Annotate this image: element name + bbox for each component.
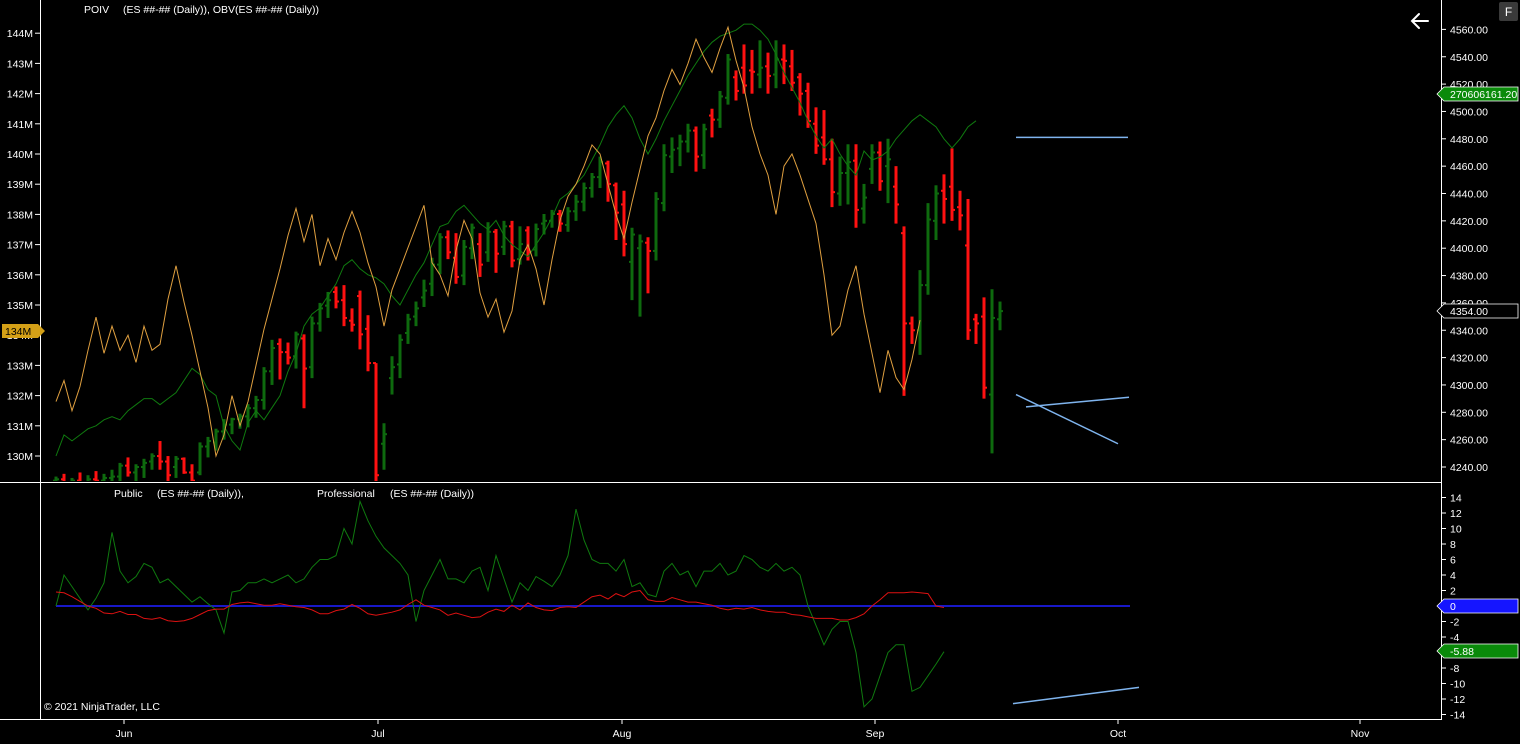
chart-canvas[interactable]: 4560.004540.004520.004500.004480.004460.… xyxy=(0,0,1520,744)
public-value-badge-text: -5.88 xyxy=(1450,646,1474,658)
zero-value-badge: 0 xyxy=(1436,598,1519,614)
month-label: Nov xyxy=(1351,728,1370,740)
obv-current-badge-text: 134M xyxy=(5,326,31,338)
obv-tick-label: 142M xyxy=(7,89,33,101)
price-tick-label: 4500.00 xyxy=(1450,106,1488,118)
oscillator-tick-label: 12 xyxy=(1450,508,1462,520)
obv-tick-label: 141M xyxy=(7,119,33,131)
oscillator-tick-label: -4 xyxy=(1450,632,1459,644)
month-label: Jun xyxy=(116,728,133,740)
price-tick-label: 4400.00 xyxy=(1450,243,1488,255)
price-tick-label: 4380.00 xyxy=(1450,271,1488,283)
public-value-badge: -5.88 xyxy=(1436,643,1519,659)
price-tick-label: 4480.00 xyxy=(1450,134,1488,146)
chart-background xyxy=(0,0,1520,744)
month-label: Jul xyxy=(371,728,384,740)
f-button[interactable]: F xyxy=(1499,2,1518,21)
price-tick-label: 4420.00 xyxy=(1450,216,1488,228)
oscillator-tick-label: -10 xyxy=(1450,679,1465,691)
price-tick-label: 4280.00 xyxy=(1450,407,1488,419)
oscillator-tick-label: 4 xyxy=(1450,570,1456,582)
last-price-badge: 4354.00 xyxy=(1436,303,1519,319)
obv-tick-label: 136M xyxy=(7,270,33,282)
oscillator-tick-label: -8 xyxy=(1450,663,1459,675)
obv-tick-label: 131M xyxy=(7,421,33,433)
obv-value-badge-text: 270606161.20 xyxy=(1450,89,1517,101)
price-tick-label: 4540.00 xyxy=(1450,52,1488,64)
last-price-badge-text: 4354.00 xyxy=(1450,306,1488,318)
obv-tick-label: 132M xyxy=(7,391,33,403)
oscillator-tick-label: 14 xyxy=(1450,493,1462,505)
price-tick-label: 4260.00 xyxy=(1450,435,1488,447)
obv-tick-label: 138M xyxy=(7,209,33,221)
price-tick-label: 4460.00 xyxy=(1450,161,1488,173)
oscillator-tick-label: -2 xyxy=(1450,617,1459,629)
zero-value-badge-text: 0 xyxy=(1450,601,1456,613)
public-label: Public xyxy=(114,488,143,500)
oscillator-tick-label: 6 xyxy=(1450,555,1456,567)
month-label: Aug xyxy=(613,728,632,740)
public-series-label: (ES ##-## (Daily)), xyxy=(157,488,244,500)
obv-current-badge: 134M xyxy=(2,324,45,338)
upper-indicator-name: POIV xyxy=(84,4,109,16)
oscillator-tick-label: -12 xyxy=(1450,694,1465,706)
oscillator-tick-label: -14 xyxy=(1450,710,1465,722)
price-tick-label: 4340.00 xyxy=(1450,325,1488,337)
obv-tick-label: 133M xyxy=(7,360,33,372)
obv-tick-label: 137M xyxy=(7,240,33,252)
obv-tick-label: 139M xyxy=(7,179,33,191)
obv-tick-label: 130M xyxy=(7,451,33,463)
oscillator-tick-label: 8 xyxy=(1450,539,1456,551)
price-tick-label: 4560.00 xyxy=(1450,24,1488,36)
month-label: Sep xyxy=(866,728,885,740)
f-button-label: F xyxy=(1505,5,1512,19)
obv-tick-label: 140M xyxy=(7,149,33,161)
price-tick-label: 4320.00 xyxy=(1450,353,1488,365)
oscillator-tick-label: 2 xyxy=(1450,586,1456,598)
month-label: Oct xyxy=(1110,728,1126,740)
price-tick-label: 4440.00 xyxy=(1450,189,1488,201)
obv-value-badge: 270606161.20 xyxy=(1436,86,1519,102)
price-tick-label: 4300.00 xyxy=(1450,380,1488,392)
obv-tick-label: 144M xyxy=(7,28,33,40)
price-tick-label: 4240.00 xyxy=(1450,462,1488,474)
obv-tick-label: 135M xyxy=(7,300,33,312)
professional-label: Professional xyxy=(317,488,375,500)
oscillator-tick-label: 10 xyxy=(1450,524,1462,536)
professional-series-label: (ES ##-## (Daily)) xyxy=(390,488,474,500)
copyright: © 2021 NinjaTrader, LLC xyxy=(44,701,160,713)
upper-indicator-series: (ES ##-## (Daily)), OBV(ES ##-## (Daily)… xyxy=(123,4,319,16)
obv-tick-label: 143M xyxy=(7,58,33,70)
